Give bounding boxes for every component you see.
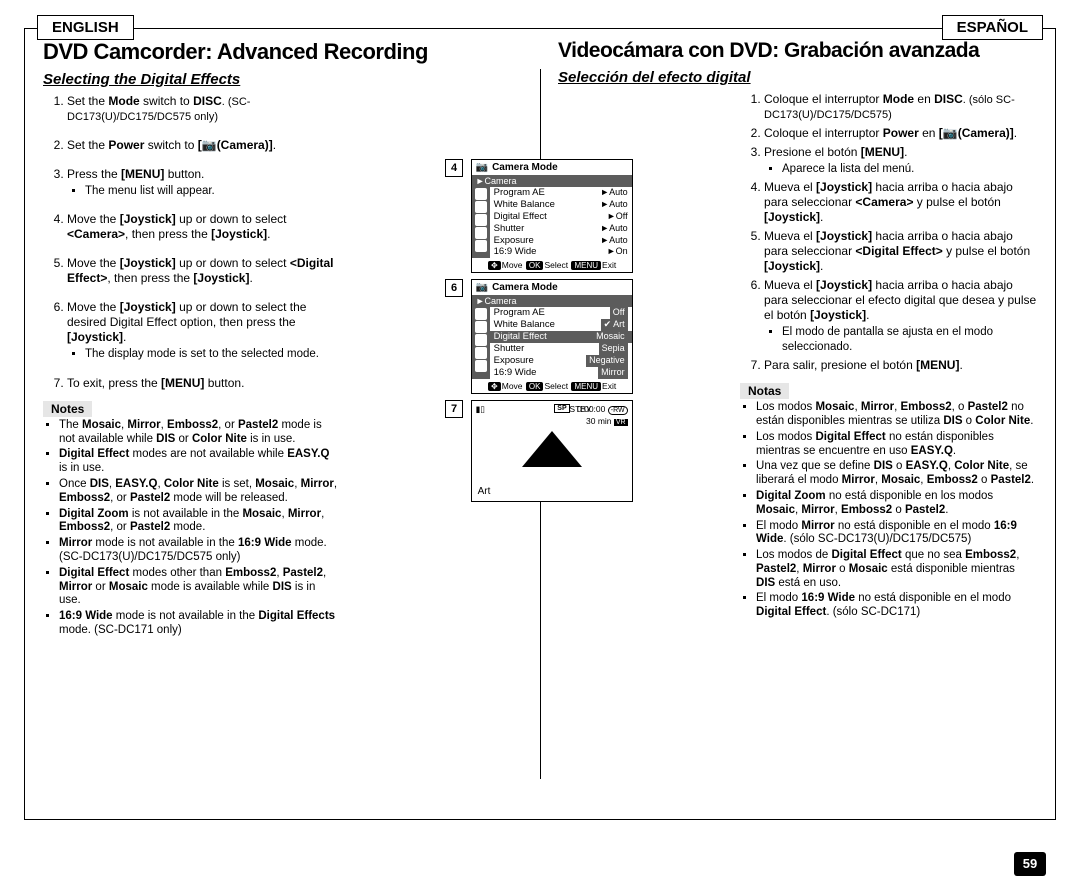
battery-icon: ▮▯ xyxy=(476,404,485,415)
figure-number-7: 7 xyxy=(445,400,463,418)
figure-7: 7 ▮▯ STBY SP 0:00:00 -RW 30 min VR Art xyxy=(445,400,635,502)
preview-screen: ▮▯ STBY SP 0:00:00 -RW 30 min VR Art xyxy=(471,400,633,502)
figures-column: 4 📷Camera Mode ►Camera Program AE►AutoWh… xyxy=(445,159,635,502)
camera-icon: 📷 xyxy=(476,282,488,293)
title-es: Videocámara con DVD: Grabación avanzada xyxy=(558,39,1037,63)
preview-art-triangle xyxy=(522,431,582,467)
subtitle-en: Selecting the Digital Effects xyxy=(43,71,522,88)
figure-number-6: 6 xyxy=(445,279,463,297)
camera-icon: 📷 xyxy=(476,162,488,173)
figure-6: 6 📷Camera Mode ►Camera Program AEOffWhit… xyxy=(445,279,635,399)
page-number: 59 xyxy=(1014,852,1046,876)
notes-en: The Mosaic, Mirror, Emboss2, or Pastel2 … xyxy=(43,419,340,638)
manual-page: ENGLISH ESPAÑOL DVD Camcorder: Advanced … xyxy=(24,28,1056,820)
steps-en: Set the Mode switch to DISC. (SC-DC173(U… xyxy=(43,94,340,391)
figure-4: 4 📷Camera Mode ►Camera Program AE►AutoWh… xyxy=(445,159,635,279)
osd-screen-6: 📷Camera Mode ►Camera Program AEOffWhite … xyxy=(471,279,633,393)
title-en: DVD Camcorder: Advanced Recording xyxy=(43,39,522,65)
notes-heading-en: Notes xyxy=(43,401,92,417)
notes-heading-es: Notas xyxy=(740,383,789,399)
figure-number-4: 4 xyxy=(445,159,463,177)
osd-screen-4: 📷Camera Mode ►Camera Program AE►AutoWhit… xyxy=(471,159,633,273)
steps-es: Coloque el interruptor Mode en DISC. (só… xyxy=(740,92,1037,373)
notes-es: Los modos Mosaic, Mirror, Emboss2, o Pas… xyxy=(740,401,1037,620)
subtitle-es: Selección del efecto digital xyxy=(558,69,1037,86)
